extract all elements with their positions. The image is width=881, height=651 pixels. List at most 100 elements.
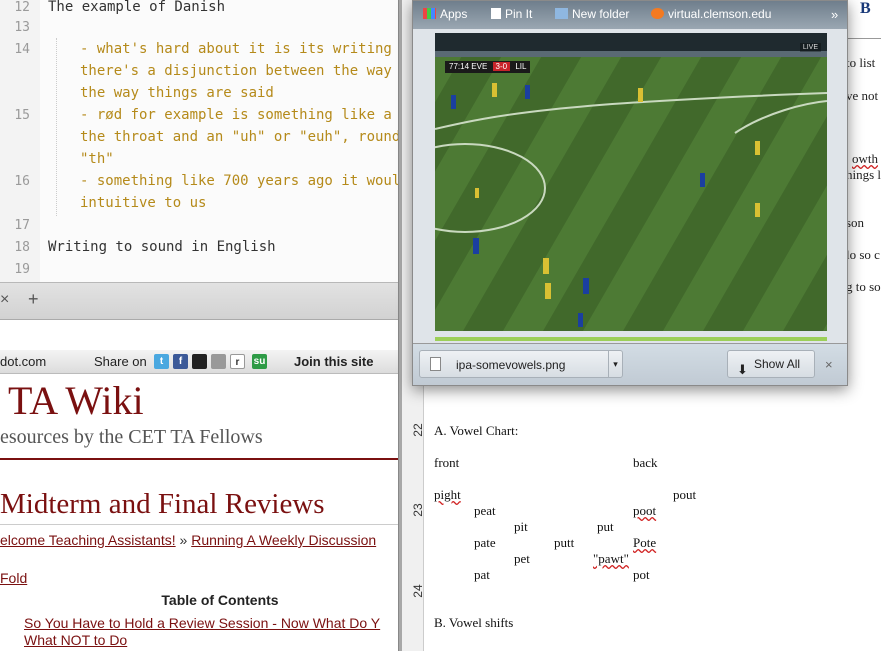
code-line[interactable]: Writing to sound in English [48, 239, 276, 255]
live-badge: LIVE [799, 43, 821, 52]
chart-word: pot [633, 567, 650, 582]
match-clock: 77:14 [449, 62, 470, 71]
chart-word: "pawt" [593, 551, 629, 566]
chart-word: pout [673, 487, 697, 502]
line-number: 12 [14, 0, 30, 15]
twitter-icon[interactable]: t [154, 354, 169, 369]
wiki-browser-pane: dot.com Share on t f r su Join this site… [0, 320, 400, 651]
join-site-link[interactable]: Join this site [294, 354, 373, 369]
bookmarks-bar: Apps Pin It New folder virtual.clemson.e… [413, 1, 847, 29]
download-arrow-icon: ⬇ [737, 362, 748, 377]
section-heading-b: B. Vowel shifts [434, 615, 514, 630]
bookmark-new-folder[interactable]: New folder [555, 7, 629, 21]
line-number: 18 [14, 240, 30, 255]
code-line[interactable]: - rød for example is something like a Fr [80, 107, 400, 123]
chart-word: put [597, 519, 614, 534]
show-all-button[interactable]: ⬇ Show All [727, 350, 815, 378]
toc-item[interactable]: What NOT to Do [24, 632, 127, 648]
chart-word: peat [474, 503, 496, 518]
apps-grid-icon [423, 8, 436, 19]
reddit-icon[interactable]: r [230, 354, 245, 369]
clipped-text: son [846, 215, 865, 230]
bookmark-label: virtual.clemson.edu [668, 7, 772, 21]
clipped-text: to list [846, 55, 876, 70]
title-divider [0, 524, 400, 525]
facebook-icon[interactable]: f [173, 354, 188, 369]
bookmark-page-icon [491, 8, 501, 19]
download-shelf: ipa-somevowels.png ▾ ⬇ Show All × [413, 343, 847, 385]
soccer-pitch-image [435, 33, 827, 331]
breadcrumb: elcome Teaching Assistants! » Running A … [0, 532, 376, 548]
ruler-mark: 24 [411, 584, 425, 598]
chart-word: Pote [633, 535, 657, 550]
ruler-line [846, 38, 881, 39]
bookmark-label: New folder [572, 7, 630, 21]
match-score: 3-0 [492, 62, 511, 71]
chart-word: back [633, 455, 658, 470]
breadcrumb-link-welcome[interactable]: elcome Teaching Assistants! [0, 532, 176, 548]
folder-icon [555, 8, 568, 19]
code-line[interactable]: "th" [80, 151, 114, 167]
download-filename: ipa-somevowels.png [456, 358, 566, 372]
bookmarks-overflow-icon[interactable]: » [831, 7, 838, 22]
digg-icon[interactable] [211, 354, 226, 369]
browser-popup-window[interactable]: Apps Pin It New folder virtual.clemson.e… [412, 0, 848, 386]
toc-title: Table of Contents [161, 592, 279, 608]
close-tab-icon[interactable]: × [0, 291, 9, 309]
editor-tab-bar: × + [0, 282, 400, 320]
code-line[interactable]: the way things are said [80, 85, 274, 101]
line-number: 16 [14, 174, 30, 189]
clipped-text: hings l [846, 167, 881, 182]
file-icon [430, 357, 441, 371]
code-line[interactable]: there's a disjunction between the way th [80, 63, 400, 79]
site-title[interactable]: TA Wiki [8, 377, 144, 424]
breadcrumb-separator: » [179, 532, 188, 548]
delicious-icon[interactable] [192, 354, 207, 369]
bookmark-apps[interactable]: Apps [423, 7, 467, 21]
bookmark-label: Pin It [505, 7, 533, 21]
clipped-text: lo so c [846, 247, 880, 262]
site-domain[interactable]: dot.com [0, 354, 46, 369]
bookmark-pin-it[interactable]: Pin It [491, 7, 532, 21]
new-tab-icon[interactable]: + [28, 289, 39, 310]
header-divider [0, 458, 400, 460]
code-line[interactable]: The example of Danish [48, 0, 225, 15]
line-number: 14 [14, 42, 30, 57]
chart-word: pight [434, 487, 461, 502]
bookmark-clemson[interactable]: virtual.clemson.edu [651, 7, 771, 21]
toc-item[interactable]: So You Have to Hold a Review Session - N… [24, 615, 380, 631]
dropdown-arrow-icon[interactable]: ▾ [608, 351, 622, 377]
code-line[interactable]: - what's hard about it is its writing sy [80, 41, 400, 57]
site-subtitle: esources by the CET TA Fellows [0, 426, 263, 448]
toc-fold-link[interactable]: Fold [0, 570, 27, 586]
away-team: LIL [515, 62, 527, 71]
breadcrumb-link-discussion[interactable]: Running A Weekly Discussion [191, 532, 376, 548]
line-number: 15 [14, 108, 30, 123]
wikidot-top-bar: dot.com Share on t f r su Join this site [0, 350, 400, 374]
chart-word: poot [633, 503, 657, 518]
clipped-text: g to so [846, 279, 881, 294]
line-number: 17 [14, 218, 30, 233]
chart-word: pate [474, 535, 496, 550]
indent-guide [56, 38, 57, 216]
chart-word: pit [514, 519, 528, 534]
code-line[interactable]: intuitive to us [80, 195, 206, 211]
share-label: Share on [94, 354, 147, 369]
chart-word: pet [514, 551, 530, 566]
clipped-text: ve not [846, 88, 879, 103]
line-number: 19 [14, 262, 30, 277]
soccer-video-frame[interactable]: 77:14 EVE 3-0 LIL LIVE [435, 33, 827, 331]
show-all-label: Show All [754, 357, 801, 371]
close-download-shelf-icon[interactable]: × [825, 357, 833, 372]
code-editor-pane[interactable]: 12 The example of Danish 13 14 - what's … [0, 0, 400, 282]
stumbleupon-icon[interactable]: su [252, 354, 267, 369]
bold-button-icon[interactable]: B [860, 0, 871, 18]
score-bug: 77:14 EVE 3-0 LIL [445, 61, 531, 73]
code-line[interactable]: the throat and an "uh" or "euh", rounded [80, 129, 400, 145]
code-line[interactable]: - something like 700 years ago it would [80, 173, 400, 189]
download-item[interactable]: ipa-somevowels.png ▾ [419, 350, 623, 378]
chart-word: putt [554, 535, 575, 550]
chart-word: front [434, 455, 460, 470]
ruler-mark: 22 [411, 423, 425, 437]
clipped-text: owth [852, 151, 878, 166]
